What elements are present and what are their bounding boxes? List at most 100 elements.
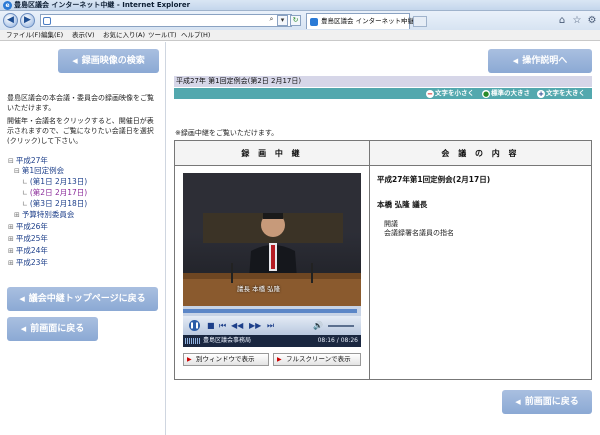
ie-icon: e bbox=[3, 1, 12, 10]
signal-bars-icon bbox=[185, 338, 201, 344]
column-divider bbox=[369, 141, 370, 379]
tree-label: 予算特別委員会 bbox=[21, 210, 75, 219]
session-title-bar: 平成27年 第1回定例会(第2日 2月17日) bbox=[174, 76, 592, 87]
tree-item-h26[interactable]: ⊞ 平成26年 bbox=[8, 222, 48, 232]
arrow-left-icon: ◀ bbox=[515, 398, 521, 406]
dropdown-icon[interactable]: ▾ bbox=[277, 15, 288, 26]
normal-icon: ● bbox=[482, 90, 490, 98]
new-tab-button[interactable] bbox=[413, 16, 427, 27]
fullscreen-button[interactable]: ▶ フルスクリーンで表示 bbox=[273, 353, 361, 366]
url-input[interactable] bbox=[40, 14, 292, 27]
broadcast-top-label: 議会中継トップページに戻る bbox=[28, 294, 146, 304]
volume-icon[interactable]: 🔊 bbox=[313, 320, 323, 331]
arrow-left-icon: ◀ bbox=[19, 295, 25, 303]
right-pane: ◀ 操作説明へ 平成27年 第1回定例会(第2日 2月17日) − 文字を小さく ●… bbox=[167, 42, 600, 435]
favorites-star-icon[interactable]: ☆ bbox=[571, 15, 583, 27]
tree-label: 第1回定例会 bbox=[21, 166, 65, 175]
menu-view[interactable]: 表示(V) bbox=[72, 31, 95, 40]
menu-edit[interactable]: 編集(E) bbox=[41, 31, 63, 40]
collapse-icon: ⊟ bbox=[14, 167, 20, 175]
tree-item-h23[interactable]: ⊞ 平成23年 bbox=[8, 258, 48, 268]
fullscreen-label: フルスクリーンで表示 bbox=[286, 355, 351, 363]
new-window-button[interactable]: ▶ 別ウィンドウで表示 bbox=[183, 353, 269, 366]
tree-item-day-2[interactable]: ∟ (第2日 2月17日) bbox=[22, 188, 87, 198]
seek-fill bbox=[183, 309, 358, 313]
tree-item-day-3[interactable]: ∟ (第3日 2月18日) bbox=[22, 199, 87, 209]
play-triangle-icon: ▶ bbox=[187, 356, 192, 363]
note-text: ※録画中継をご覧いただけます。 bbox=[175, 129, 279, 137]
tree-label: (第1日 2月13日) bbox=[29, 177, 88, 186]
forward-icon[interactable]: ▶ bbox=[20, 13, 35, 28]
font-small-label: 文字を小さく bbox=[435, 89, 474, 97]
address-bar-row: ◀ ▶ ⌕ ▾ ↻ 豊島区議会 インターネット中継 × ⌂ ☆ ⚙ bbox=[0, 11, 600, 30]
home-icon[interactable]: ⌂ bbox=[556, 15, 568, 27]
next-icon[interactable]: ⏭ bbox=[267, 320, 274, 331]
branch-icon: ∟ bbox=[22, 200, 28, 208]
left-back-button[interactable]: ◀ 前画面に戻る bbox=[7, 317, 98, 341]
arrow-left-icon: ◀ bbox=[72, 57, 78, 65]
broadcast-top-button[interactable]: ◀ 議会中継トップページに戻る bbox=[7, 287, 158, 311]
font-size-bar: − 文字を小さく ● 標準の大きさ + 文字を大きく bbox=[174, 88, 592, 99]
expand-icon: ⊞ bbox=[8, 259, 14, 267]
font-normal-label: 標準の大きさ bbox=[491, 89, 530, 97]
right-back-button[interactable]: ◀ 前画面に戻る bbox=[502, 390, 592, 414]
refresh-icon[interactable]: ↻ bbox=[290, 15, 301, 26]
expand-icon: ⊞ bbox=[8, 223, 14, 231]
tree-item-h27[interactable]: ⊟ 平成27年 bbox=[8, 156, 48, 166]
player-status-bar: 豊島区議会事務局 08:16 / 08:26 bbox=[183, 335, 361, 347]
instructions-text: 開催年・会議名をクリックすると、開催日が表示されますので、ご覧になりたい会議日を… bbox=[7, 117, 154, 145]
page-content: ◀ 録画映像の検索 豊島区議会の本会議・委員会の録画映像をご覧いただけます。 開催… bbox=[0, 42, 600, 435]
intro-text: 豊島区議会の本会議・委員会の録画映像をご覧いただけます。 bbox=[7, 94, 154, 112]
right-back-label: 前画面に戻る bbox=[524, 397, 579, 407]
tree-item-h25[interactable]: ⊞ 平成25年 bbox=[8, 234, 48, 244]
volume-slider[interactable] bbox=[328, 325, 354, 327]
menu-file[interactable]: ファイル(F) bbox=[6, 31, 41, 40]
stop-icon[interactable]: ■ bbox=[207, 320, 215, 331]
content-column-header: 会 議 の 内 容 bbox=[370, 141, 591, 166]
collapse-icon: ⊟ bbox=[8, 157, 14, 165]
arrow-left-icon: ◀ bbox=[20, 325, 27, 333]
player-controls: ❚❚ ■ ⏮ ◀◀ ▶▶ ⏭ 🔊 bbox=[183, 316, 361, 335]
left-pane: ◀ 録画映像の検索 豊島区議会の本会議・委員会の録画映像をご覧いただけます。 開催… bbox=[0, 42, 166, 435]
new-window-label: 別ウィンドウで表示 bbox=[196, 355, 255, 363]
tree-label: 平成27年 bbox=[15, 156, 48, 165]
tree-label: 平成23年 bbox=[15, 258, 48, 267]
video-player[interactable]: 議長 本橋 弘隆 ❚❚ ■ ⏮ ◀◀ ▶▶ ⏭ 🔊 bbox=[183, 173, 361, 335]
manual-button[interactable]: ◀ 操作説明へ bbox=[488, 49, 592, 73]
menu-tools[interactable]: ツール(T) bbox=[148, 31, 177, 40]
font-small-button[interactable]: − 文字を小さく bbox=[426, 88, 474, 99]
close-tab-icon[interactable]: × bbox=[400, 17, 406, 26]
tree-label: 平成25年 bbox=[15, 234, 48, 243]
browser-tab[interactable]: 豊島区議会 インターネット中継 × bbox=[306, 13, 414, 29]
tree-item-day-1[interactable]: ∟ (第1日 2月13日) bbox=[22, 177, 87, 187]
window-title-bar: e 豊島区議会 インターネット中継 - Internet Explorer bbox=[0, 0, 600, 11]
tree-label: 平成24年 bbox=[15, 246, 48, 255]
rewind-icon[interactable]: ◀◀ bbox=[231, 320, 243, 331]
video-search-button[interactable]: ◀ 録画映像の検索 bbox=[58, 49, 159, 73]
previous-icon[interactable]: ⏮ bbox=[219, 320, 226, 331]
meeting-content-title: 平成27年第1回定例会(2月17日) bbox=[377, 175, 491, 184]
settings-gear-icon[interactable]: ⚙ bbox=[586, 15, 598, 27]
manual-label: 操作説明へ bbox=[522, 56, 568, 66]
font-normal-button[interactable]: ● 標準の大きさ bbox=[482, 88, 530, 99]
seek-bar[interactable] bbox=[183, 306, 361, 316]
plus-icon: + bbox=[537, 90, 545, 98]
fast-forward-icon[interactable]: ▶▶ bbox=[249, 320, 261, 331]
tree-item-h24[interactable]: ⊞ 平成24年 bbox=[8, 246, 48, 256]
recording-column-header: 録 画 中 継 bbox=[175, 141, 369, 166]
video-frame[interactable]: 議長 本橋 弘隆 bbox=[183, 173, 361, 306]
menu-help[interactable]: ヘルプ(H) bbox=[181, 31, 210, 40]
pause-icon[interactable]: ❚❚ bbox=[189, 320, 200, 331]
speaker-name: 本橋 弘隆 議長 bbox=[377, 200, 428, 209]
agenda-list: 開議 会議録署名議員の指名 bbox=[384, 220, 454, 238]
tree-label: (第2日 2月17日) bbox=[29, 188, 88, 197]
tree-item-teireikai-1[interactable]: ⊟ 第1回定例会 bbox=[14, 166, 64, 176]
font-large-button[interactable]: + 文字を大きく bbox=[537, 88, 585, 99]
back-icon[interactable]: ◀ bbox=[3, 13, 18, 28]
play-triangle-icon: ▶ bbox=[277, 356, 282, 363]
minus-icon: − bbox=[426, 90, 434, 98]
tree-item-budget-committee[interactable]: ⊞ 予算特別委員会 bbox=[14, 210, 74, 220]
left-back-label: 前画面に戻る bbox=[30, 324, 85, 334]
menu-favorites[interactable]: お気に入り(A) bbox=[103, 31, 145, 40]
search-icon[interactable]: ⌕ bbox=[266, 15, 277, 26]
